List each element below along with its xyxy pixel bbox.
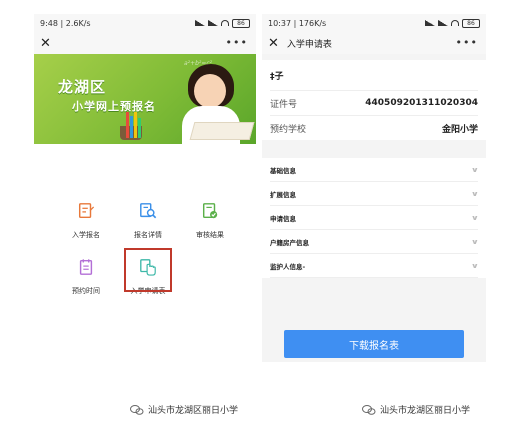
battery-icon: 86 [462,18,480,28]
status-bar: 10:37 | 176K/s 86 [262,14,486,32]
wifi-icon [451,20,459,26]
status-time: 9:48 [40,18,58,28]
grid-item-details[interactable]: 报名详情 [118,202,178,252]
section-label: 扩展信息 [270,190,296,199]
close-icon[interactable]: ✕ [268,37,279,50]
grid-label: 报名详情 [134,231,162,239]
section-household-property[interactable]: 户籍房产信息 ∨ [270,230,480,254]
section-list: 基础信息 ∨ 扩展信息 ∨ 申请信息 ∨ 户籍房产信息 ∨ 监护人信息- ∨ [262,158,486,278]
more-icon[interactable]: ••• [226,36,248,49]
wechat-icon [130,404,144,415]
section-application-info[interactable]: 申请信息 ∨ [270,206,480,230]
watermark-text: 汕头市龙湖区丽日小学 [148,406,239,416]
status-bar: 9:48 | 2.6K/s 86 [34,14,256,32]
grid-item-appointment[interactable]: 预约时间 [56,258,116,308]
section-guardian-info[interactable]: 监护人信息- ∨ [270,254,480,278]
info-value: 金阳小学 [441,124,478,135]
wechat-icon [362,404,376,415]
watermark-left: 汕头市龙湖区丽日小学 [130,403,238,416]
chevron-down-icon: ∨ [471,261,480,270]
pencils-image [124,110,144,138]
banner-title: 龙湖区 [58,78,107,96]
chevron-down-icon: ∨ [471,237,480,246]
info-value: 440509201311020304 [365,98,478,108]
more-icon[interactable]: ••• [456,36,478,49]
download-form-button[interactable]: 下载报名表 [284,330,464,358]
info-row-id: 证件号 440509201311020304 [270,90,478,115]
status-speed: 176K/s [298,18,327,28]
section-label: 申请信息 [270,214,296,223]
chevron-down-icon: ∨ [471,189,480,198]
battery-icon: 86 [232,18,250,28]
grid-label: 审核结果 [196,231,224,239]
calendar-list-icon [79,259,93,275]
page-title: 入学申请表 [286,39,332,50]
search-document-icon [140,203,157,219]
section-basic-info[interactable]: 基础信息 ∨ [270,158,480,182]
grid-item-apply[interactable]: 入学报名 [56,202,116,252]
banner: a²+b²=c² 龙湖区 小学网上预报名 [34,54,256,144]
applicant-name: ‡子 [262,60,486,90]
status-speed: 2.6K/s [65,18,91,28]
section-label: 户籍房产信息 [270,238,309,247]
chevron-down-icon: ∨ [471,213,480,222]
info-label: 证件号 [270,99,298,110]
grid-label: 预约时间 [72,287,100,295]
watermark-text: 汕头市龙湖区丽日小学 [380,406,471,416]
signal-icon-2 [438,20,448,26]
info-row-school: 预约学校 金阳小学 [270,115,478,140]
signal-icon [425,20,435,26]
book-image [189,122,255,140]
wifi-icon [221,20,229,26]
right-phone-screen: 10:37 | 176K/s 86 ✕ 入学申请表 ••• ‡子 证件号 440… [262,14,486,362]
nav-bar: ✕ ••• [34,32,256,54]
info-list: 证件号 440509201311020304 预约学校 金阳小学 [262,90,486,140]
grid-item-review-result[interactable]: 审核结果 [180,202,240,252]
grid-label: 入学报名 [72,231,100,239]
watermark-right: 汕头市龙湖区丽日小学 [362,403,470,416]
left-phone-screen: 9:48 | 2.6K/s 86 ✕ ••• a²+b²=c² 龙湖区 小学网上… [34,14,256,362]
chevron-down-icon: ∨ [471,165,480,174]
section-label: 基础信息 [270,166,296,175]
info-label: 预约学校 [270,124,307,135]
status-time: 10:37 [268,18,292,28]
signal-icon-2 [208,20,218,26]
section-extended-info[interactable]: 扩展信息 ∨ [270,182,480,206]
signal-icon [195,20,205,26]
nav-bar: ✕ 入学申请表 ••• [262,32,486,54]
edit-form-icon [78,203,95,219]
section-label: 监护人信息- [270,262,306,271]
check-document-icon [202,203,218,219]
close-icon[interactable]: ✕ [40,37,51,50]
highlight-box [124,248,172,292]
